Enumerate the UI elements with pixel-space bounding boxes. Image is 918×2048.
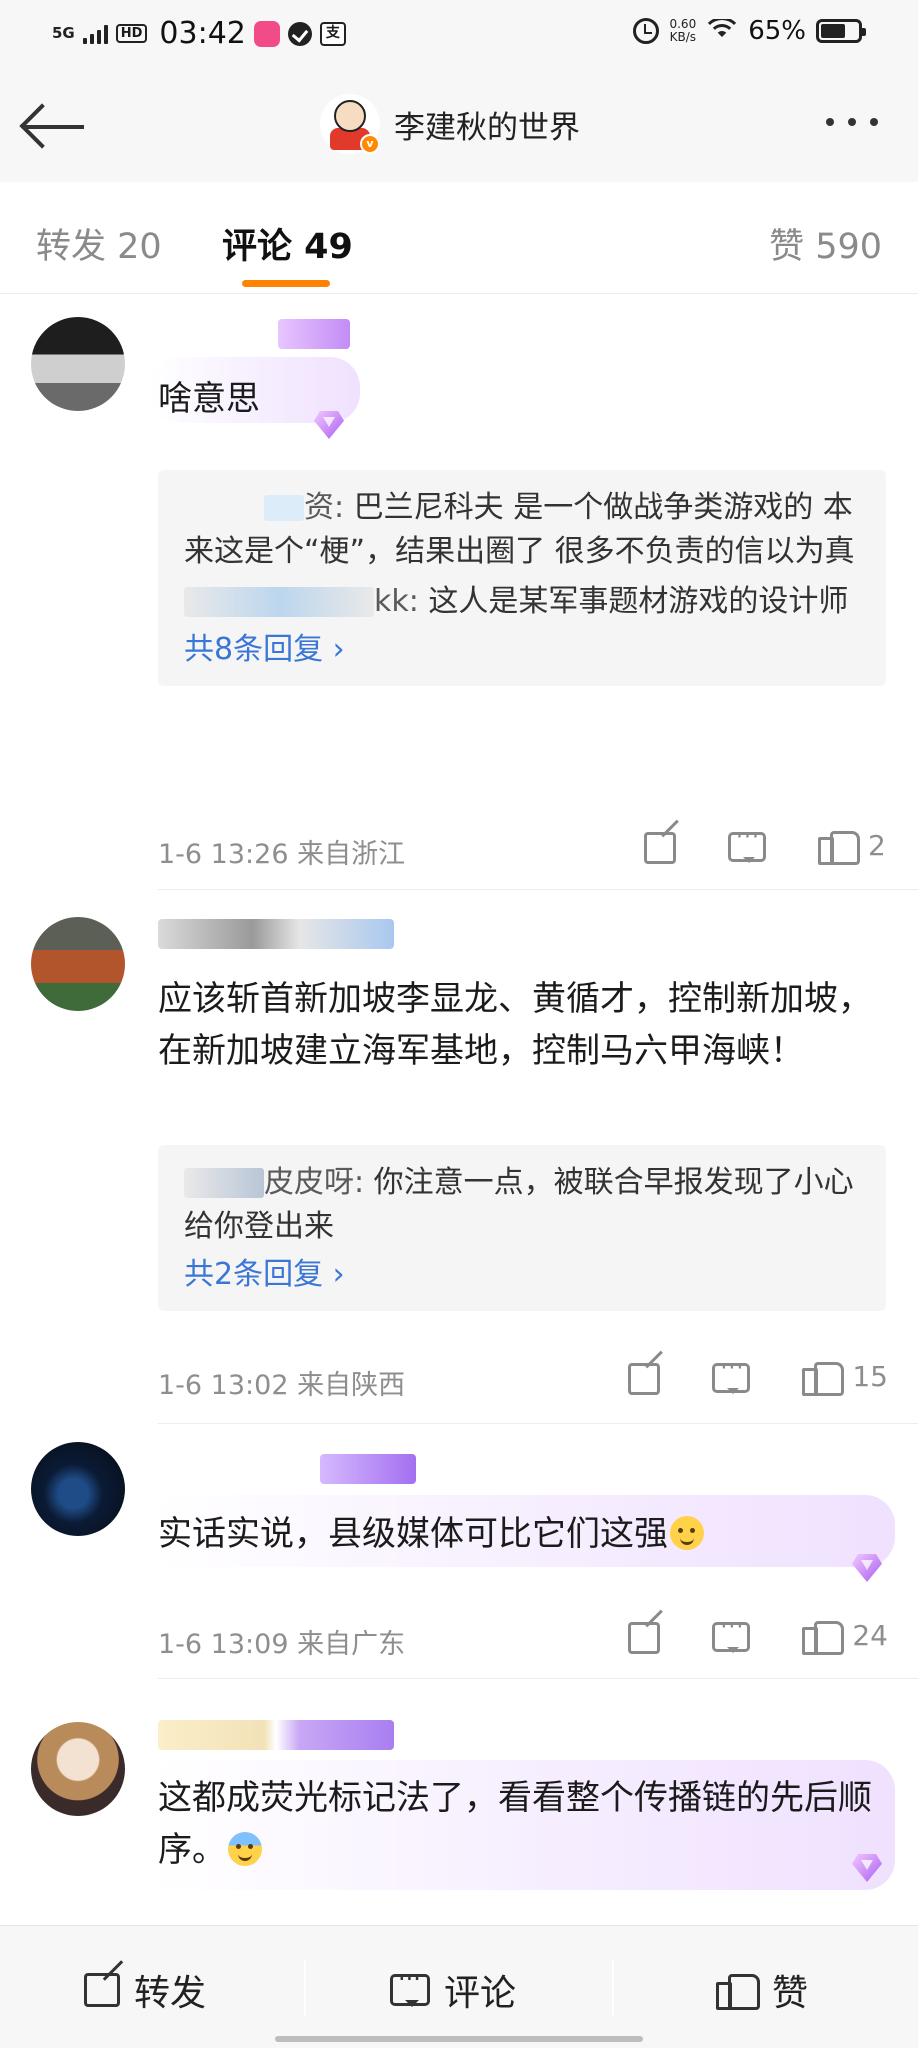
avatar[interactable]: v xyxy=(320,94,380,154)
active-tab-indicator xyxy=(242,280,330,287)
comment-time: 1-6 13:26 xyxy=(158,839,289,870)
comment-actions: 15 xyxy=(576,1356,888,1396)
comment-item: 这都成荧光标记法了，看看整个传播链的先后顺序。 xyxy=(0,1700,918,1920)
share-icon xyxy=(84,1973,120,2007)
comment-icon[interactable] xyxy=(712,1615,751,1653)
reply-username-blur xyxy=(184,587,374,617)
toolbar-divider xyxy=(612,1960,614,2016)
home-indicator[interactable] xyxy=(275,2036,643,2042)
comment-button[interactable]: 评论 xyxy=(390,1964,918,2016)
status-left: 5G HD 03:42 支 xyxy=(52,16,346,51)
like-icon[interactable] xyxy=(802,1356,845,1396)
view-more-replies-link[interactable]: 共8条回复 › xyxy=(184,628,862,672)
comment-text: 啥意思 xyxy=(158,379,260,419)
comment-icon[interactable] xyxy=(712,1356,751,1394)
comment-actions: 24 xyxy=(576,1615,888,1655)
gem-badge-icon xyxy=(306,405,352,447)
repost-label: 转发 xyxy=(134,1973,207,2014)
divider xyxy=(158,889,918,890)
comment-item: 啥意思 资: 巴兰尼科夫 是一个做战争类游戏的 本来这是个“梗”，结果出圈了 很… xyxy=(0,295,918,890)
status-bar: 5G HD 03:42 支 0.60 KB/s 65% xyxy=(0,0,918,70)
username-blurred[interactable] xyxy=(278,319,350,349)
notification-app-icon xyxy=(253,20,280,47)
divider xyxy=(158,1678,918,1679)
like-icon[interactable] xyxy=(802,1615,845,1655)
status-right: 0.60 KB/s 65% xyxy=(633,16,866,46)
comment-actions: 2 xyxy=(592,825,888,865)
like-count: 24 xyxy=(852,1618,888,1652)
doge-emoji-icon xyxy=(670,1516,704,1550)
username-blurred[interactable] xyxy=(320,1454,416,1484)
reply-box[interactable]: 皮皮呀: 你注意一点，被联合早报发现了小心给你登出来 共2条回复 › xyxy=(158,1145,886,1311)
tab-bar: 转发 20 评论 49 赞 590 xyxy=(0,182,918,294)
like-icon xyxy=(716,1970,760,2010)
battery-icon xyxy=(816,19,866,43)
notification-app-icon-2: 支 xyxy=(319,21,346,46)
back-arrow-icon[interactable] xyxy=(19,102,88,152)
crying-emoji-icon xyxy=(228,1832,262,1866)
reply-text: 这人是某军事题材游戏的设计师 xyxy=(428,584,849,619)
username-blurred[interactable] xyxy=(158,1720,394,1750)
network-speed: 0.60 KB/s xyxy=(669,17,697,44)
gem-badge-icon xyxy=(844,1548,890,1590)
reply-box[interactable]: 资: 巴兰尼科夫 是一个做战争类游戏的 本来这是个“梗”，结果出圈了 很多不负责… xyxy=(158,470,886,686)
comment-location: 来自浙江 xyxy=(297,839,406,870)
reply-item[interactable]: kk: 这人是某军事题材游戏的设计师 xyxy=(184,580,862,624)
page-title: 李建秋的世界 xyxy=(394,109,580,146)
signal-icon xyxy=(82,24,108,44)
view-more-replies-link[interactable]: 共2条回复 › xyxy=(184,1253,862,1297)
weibo-comments-screen: 5G HD 03:42 支 0.60 KB/s 65% v 李建秋的世界 转发 … xyxy=(0,0,918,2048)
more-options-icon[interactable] xyxy=(826,118,878,126)
comment-text: 应该斩首新加坡李显龙、黄循才，控制新加坡，在新加坡建立海军基地，控制马六甲海峡！ xyxy=(158,979,872,1071)
comment-icon[interactable] xyxy=(728,825,766,863)
like-count: 2 xyxy=(868,828,886,862)
like-button[interactable]: 赞 xyxy=(716,1964,808,2016)
avatar[interactable] xyxy=(31,317,125,411)
battery-percent: 65% xyxy=(748,16,806,46)
reply-item[interactable]: 皮皮呀: 你注意一点，被联合早报发现了小心给你登出来 xyxy=(184,1161,862,1249)
verified-badge: v xyxy=(360,134,380,154)
avatar[interactable] xyxy=(31,1442,125,1536)
alarm-icon xyxy=(633,18,660,44)
tab-likes[interactable]: 赞 590 xyxy=(769,218,882,269)
comment-location: 来自陕西 xyxy=(297,1370,406,1401)
gem-badge-icon xyxy=(844,1848,890,1890)
avatar[interactable] xyxy=(31,1722,125,1816)
share-icon[interactable] xyxy=(628,1622,661,1654)
comment-item: 应该斩首新加坡李显龙、黄循才，控制新加坡，在新加坡建立海军基地，控制马六甲海峡！… xyxy=(0,895,918,1424)
comment-meta: 1-6 13:02 来自陕西 xyxy=(158,1363,405,1402)
tab-repost[interactable]: 转发 20 xyxy=(36,218,162,269)
nav-user[interactable]: v 李建秋的世界 xyxy=(320,94,580,154)
comment-text: 实话实说，县级媒体可比它们这强 xyxy=(158,1508,888,1560)
comment-meta: 1-6 13:09 来自广东 xyxy=(158,1622,405,1661)
reply-username-blur xyxy=(264,495,304,521)
avatar[interactable] xyxy=(31,917,125,1011)
reply-item[interactable]: 资: 巴兰尼科夫 是一个做战争类游戏的 本来这是个“梗”，结果出圈了 很多不负责… xyxy=(184,486,862,574)
comment-time: 1-6 13:09 xyxy=(158,1629,289,1660)
comment-item: 实话实说，县级媒体可比它们这强 1-6 13:09 来自广东 24 xyxy=(0,1430,918,1680)
comment-time: 1-6 13:02 xyxy=(158,1370,289,1401)
comment-icon xyxy=(390,1965,430,2007)
share-icon[interactable] xyxy=(628,1363,661,1395)
comment-label: 评论 xyxy=(444,1973,517,2014)
wifi-icon xyxy=(706,19,739,43)
share-icon[interactable] xyxy=(644,832,676,864)
repost-button[interactable]: 转发 xyxy=(84,1964,206,2016)
clock: 03:42 xyxy=(159,16,246,51)
top-nav-bar: v 李建秋的世界 xyxy=(0,70,918,182)
comment-meta: 1-6 13:26 来自浙江 xyxy=(158,832,405,871)
comment-location: 来自广东 xyxy=(297,1629,406,1660)
divider xyxy=(158,1423,918,1424)
like-icon[interactable] xyxy=(818,825,860,865)
bottom-toolbar: 转发 评论 赞 xyxy=(0,1925,918,2048)
toolbar-divider xyxy=(304,1960,306,2016)
reply-username-blur xyxy=(184,1168,264,1198)
like-label: 赞 xyxy=(772,1973,809,2014)
like-count: 15 xyxy=(852,1359,888,1393)
username-blurred[interactable] xyxy=(158,919,394,949)
hd-badge: HD xyxy=(115,24,148,43)
network-type: 5G xyxy=(52,24,75,42)
verified-check-icon xyxy=(287,21,312,46)
comment-text: 这都成荧光标记法了，看看整个传播链的先后顺序。 xyxy=(158,1778,872,1870)
